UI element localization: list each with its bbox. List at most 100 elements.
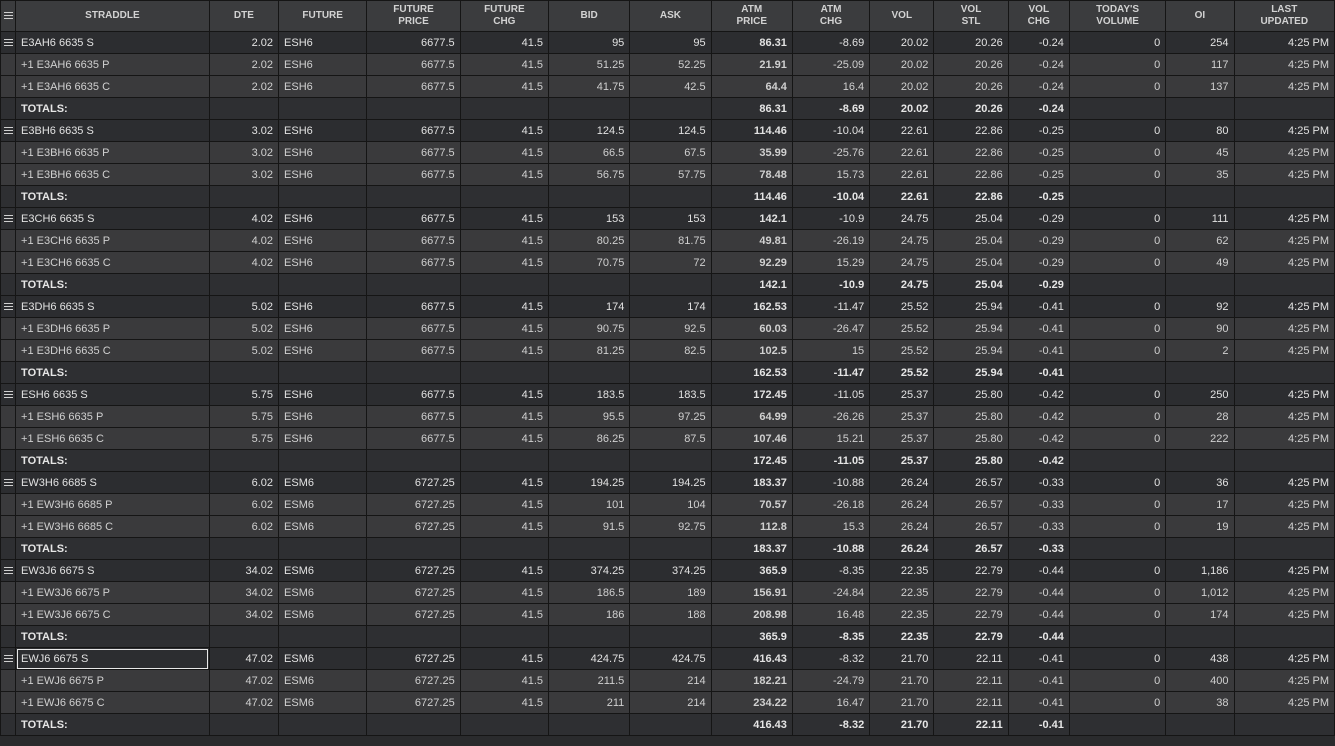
leg-row[interactable]: +1 EW3H6 6685 C 6.02 ESM6 6727.25 41.5 91.5 92… xyxy=(0,515,1335,538)
cell-future: ESH6 xyxy=(278,383,368,406)
leg-row[interactable]: +1 E3CH6 6635 C 4.02 ESH6 6677.5 41.5 70.75 72… xyxy=(0,251,1335,274)
col-header-atm-price[interactable]: ATM PRICE xyxy=(710,0,793,32)
col-header-straddle[interactable]: STRADDLE xyxy=(15,0,210,32)
cell-ask: 104 xyxy=(629,493,712,516)
cell-last-updated: 4:25 PM xyxy=(1233,163,1335,186)
straddle-row[interactable]: EWJ6 6675 S 47.02 ESM6 6727.25 41.5 424.75 424… xyxy=(0,647,1335,670)
cell-future-price: 6677.5 xyxy=(366,163,461,186)
cell-empty xyxy=(629,537,712,560)
straddle-row[interactable]: E3AH6 6635 S 2.02 ESH6 6677.5 41.5 95 95 86.31-… xyxy=(0,31,1335,54)
cell-ask: 97.25 xyxy=(629,405,712,428)
cell-todays-volume: 0 xyxy=(1068,559,1167,582)
cell-empty xyxy=(1165,713,1235,736)
col-header-dte[interactable]: DTE xyxy=(208,0,280,32)
row-menu-button[interactable] xyxy=(0,471,17,494)
cell-future-chg: 41.5 xyxy=(459,207,550,230)
cell-future-chg: 41.5 xyxy=(459,647,550,670)
cell-empty xyxy=(629,273,712,296)
cell-vol: 22.61 xyxy=(869,119,935,142)
cell-todays-volume: 0 xyxy=(1068,317,1167,340)
cell-future-price: 6727.25 xyxy=(366,647,461,670)
cell-last-updated: 4:25 PM xyxy=(1233,141,1335,164)
cell-ask: 81.75 xyxy=(629,229,712,252)
cell-last-updated: 4:25 PM xyxy=(1233,581,1335,604)
col-header-vol-chg[interactable]: VOL CHG xyxy=(1007,0,1070,32)
leg-row[interactable]: +1 E3CH6 6635 P 4.02 ESH6 6677.5 41.5 80.25 81… xyxy=(0,229,1335,252)
row-menu-button[interactable] xyxy=(0,383,17,406)
straddle-row[interactable]: EW3J6 6675 S 34.02 ESM6 6727.25 41.5 374.25 37… xyxy=(0,559,1335,582)
totals-row: TOTALS: 86.31 -8.69 20.02 20.26 -0.24 xyxy=(0,97,1335,120)
cell-todays-volume: 0 xyxy=(1068,669,1167,692)
row-gutter xyxy=(0,339,17,362)
col-header-text: DTE xyxy=(233,10,254,21)
hamburger-icon xyxy=(3,655,13,663)
cell-ask: 424.75 xyxy=(629,647,712,670)
row-menu-button[interactable] xyxy=(0,559,17,582)
cell-future-chg: 41.5 xyxy=(459,669,550,692)
cell-last-updated: 4:25 PM xyxy=(1233,251,1335,274)
leg-row[interactable]: +1 EWJ6 6675 P 47.02 ESM6 6727.25 41.5 211.5 2… xyxy=(0,669,1335,692)
hamburger-icon xyxy=(3,479,13,487)
row-menu-button[interactable] xyxy=(0,31,17,54)
col-header-bid[interactable]: BID xyxy=(548,0,631,32)
cell-vol-chg: -0.25 xyxy=(1007,163,1070,186)
leg-row[interactable]: +1 ESH6 6635 C 5.75 ESH6 6677.5 41.5 86.25 87.… xyxy=(0,427,1335,450)
leg-row[interactable]: +1 E3BH6 6635 P 3.02 ESH6 6677.5 41.5 66.5 67.… xyxy=(0,141,1335,164)
leg-row[interactable]: +1 E3AH6 6635 P 2.02 ESH6 6677.5 41.5 51.25 52… xyxy=(0,53,1335,76)
leg-row[interactable]: +1 EWJ6 6675 C 47.02 ESM6 6727.25 41.5 211 214… xyxy=(0,691,1335,714)
cell-future-price: 6677.5 xyxy=(366,317,461,340)
cell-atm-chg: 15.21 xyxy=(791,427,871,450)
straddle-row[interactable]: ESH6 6635 S 5.75 ESH6 6677.5 41.5 183.5 183.5 1… xyxy=(0,383,1335,406)
col-header-future-chg[interactable]: FUTURE CHG xyxy=(459,0,550,32)
cell-future: ESM6 xyxy=(278,559,368,582)
straddle-row[interactable]: E3DH6 6635 S 5.02 ESH6 6677.5 41.5 174 174 162.… xyxy=(0,295,1335,318)
col-header-future-price[interactable]: FUTURE PRICE xyxy=(366,0,461,32)
row-menu-button[interactable] xyxy=(0,295,17,318)
col-header-vol[interactable]: VOL xyxy=(869,0,935,32)
row-menu-button[interactable] xyxy=(0,207,17,230)
col-header-todays-volume[interactable]: TODAY'S VOLUME xyxy=(1068,0,1167,32)
col-header-atm-chg[interactable]: ATM CHG xyxy=(791,0,871,32)
straddle-row[interactable]: E3BH6 6635 S 3.02 ESH6 6677.5 41.5 124.5 124.5… xyxy=(0,119,1335,142)
cell-atm-chg: -10.9 xyxy=(791,207,871,230)
grid-menu-button[interactable] xyxy=(0,0,17,32)
cell-future-price: 6677.5 xyxy=(366,427,461,450)
col-header-vol-stl[interactable]: VOL STL xyxy=(933,0,1009,32)
leg-row[interactable]: +1 E3DH6 6635 C 5.02 ESH6 6677.5 41.5 81.25 82… xyxy=(0,339,1335,362)
leg-row[interactable]: +1 E3DH6 6635 P 5.02 ESH6 6677.5 41.5 90.75 92… xyxy=(0,317,1335,340)
straddle-row[interactable]: E3CH6 6635 S 4.02 ESH6 6677.5 41.5 153 153 142.… xyxy=(0,207,1335,230)
hamburger-icon xyxy=(3,127,13,135)
cell-atm-chg: -25.76 xyxy=(791,141,871,164)
cell-atm-chg: 16.48 xyxy=(791,603,871,626)
leg-row[interactable]: +1 EW3J6 6675 C 34.02 ESM6 6727.25 41.5 186 18… xyxy=(0,603,1335,626)
cell-vol-chg: -0.41 xyxy=(1007,669,1070,692)
row-menu-button[interactable] xyxy=(0,119,17,142)
cell-future: ESM6 xyxy=(278,515,368,538)
cell-atm-price: 234.22 xyxy=(710,691,793,714)
col-header-text: VOL xyxy=(960,4,982,15)
straddle-row[interactable]: EW3H6 6685 S 6.02 ESM6 6727.25 41.5 194.25 194… xyxy=(0,471,1335,494)
leg-row[interactable]: +1 EW3J6 6675 P 34.02 ESM6 6727.25 41.5 186.5… xyxy=(0,581,1335,604)
cell-vol: 20.02 xyxy=(869,31,935,54)
cell-future-chg: 41.5 xyxy=(459,383,550,406)
cell-dte: 6.02 xyxy=(208,471,280,494)
cell-oi: 80 xyxy=(1165,119,1235,142)
col-header-last-updated[interactable]: LAST UPDATED xyxy=(1233,0,1335,32)
leg-row[interactable]: +1 E3AH6 6635 C 2.02 ESH6 6677.5 41.5 41.75 42… xyxy=(0,75,1335,98)
col-header-oi[interactable]: OI xyxy=(1165,0,1235,32)
cell-atm-chg: -8.35 xyxy=(791,559,871,582)
cell-vol-chg: -0.44 xyxy=(1007,559,1070,582)
hamburger-icon xyxy=(3,11,13,19)
cell-vol-stl: 22.86 xyxy=(933,119,1009,142)
row-gutter xyxy=(0,493,17,516)
cell-dte: 4.02 xyxy=(208,207,280,230)
leg-row[interactable]: +1 ESH6 6635 P 5.75 ESH6 6677.5 41.5 95.5 97.2… xyxy=(0,405,1335,428)
cell-oi: 111 xyxy=(1165,207,1235,230)
col-header-future[interactable]: FUTURE xyxy=(278,0,368,32)
leg-row[interactable]: +1 E3BH6 6635 C 3.02 ESH6 6677.5 41.5 56.75 57… xyxy=(0,163,1335,186)
leg-row[interactable]: +1 EW3H6 6685 P 6.02 ESM6 6727.25 41.5 101 104… xyxy=(0,493,1335,516)
cell-vol: 21.70 xyxy=(869,647,935,670)
cell-todays-volume: 0 xyxy=(1068,207,1167,230)
row-menu-button[interactable] xyxy=(0,647,17,670)
col-header-ask[interactable]: ASK xyxy=(629,0,712,32)
